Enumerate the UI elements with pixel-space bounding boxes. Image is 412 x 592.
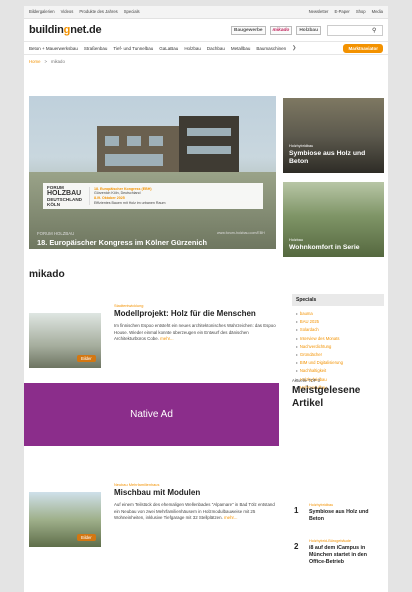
- article-2-category: Neubau Mehrfamilienhaus: [114, 482, 160, 487]
- search-input[interactable]: [328, 27, 372, 33]
- site-logo[interactable]: buildingnet.de: [29, 24, 102, 36]
- nav-item-galabau[interactable]: GaLaBau: [159, 46, 178, 51]
- topbar-link-newsletter[interactable]: Newsletter: [309, 9, 329, 18]
- main-nav: Beton + Mauerwerksbau Straßenbau Tief- u…: [24, 41, 388, 55]
- topbar-link-bildergalerien[interactable]: Bildergalerien: [29, 9, 55, 18]
- most-read-subtitle: Aktuelle TOP 3: [292, 378, 320, 383]
- search-box: ⚲: [327, 24, 383, 36]
- most-read-kicker-2: Holzhybrid-Bürogebäude: [309, 539, 352, 543]
- topbar-link-epaper[interactable]: E-Paper: [334, 9, 349, 18]
- breadcrumb-current: mikado: [50, 59, 65, 64]
- top-utility-bar: Bildergalerien Videos Produkte des Jahre…: [24, 6, 388, 19]
- nav-item-holzbau[interactable]: Holzbau: [184, 46, 201, 51]
- nav-item-strassenbau[interactable]: Straßenbau: [84, 46, 108, 51]
- specials-item[interactable]: Gründächer: [296, 351, 384, 359]
- specials-item[interactable]: Solardach: [296, 326, 384, 334]
- banner-info: 18. Europäischer Kongress (EBH) Gürzenic…: [89, 186, 166, 206]
- forum-line-2: HOLZBAU: [47, 189, 82, 197]
- article-2-image[interactable]: Bilder: [29, 492, 101, 547]
- specials-item[interactable]: Nachhaltigkeit: [296, 367, 384, 375]
- breadcrumb-separator: >: [44, 59, 47, 64]
- article-1-more-link[interactable]: mehr...: [160, 336, 173, 341]
- hero-teaser[interactable]: FORUM HOLZBAU DEUTSCHLAND KÖLN 18. Europ…: [29, 96, 276, 249]
- nav-item-baumaschinen[interactable]: Baumaschinen: [256, 46, 286, 51]
- nav-item-tiefbau[interactable]: Tief- und Tunnelbau: [113, 46, 153, 51]
- hero-kicker: FORUM HOLZBAU: [37, 231, 75, 236]
- most-read-box: Aktuelle TOP 3 Meistgelesene Artikel: [292, 378, 384, 410]
- specials-heading: Specials: [292, 294, 384, 306]
- nav-item-beton[interactable]: Beton + Mauerwerksbau: [29, 46, 78, 51]
- article-1-excerpt-text: Im finnischen Espoo entsteht ein neues a…: [114, 323, 276, 342]
- specials-item[interactable]: BAU 2025: [296, 318, 384, 326]
- forum-line-4: KÖLN: [47, 202, 61, 208]
- most-read-link-1[interactable]: Symbiose aus Holz und Beton: [309, 509, 381, 523]
- hero-url: www.forum-holzbau.com/EBH: [217, 231, 265, 235]
- breadcrumb-home[interactable]: Home: [29, 59, 40, 67]
- side-teaser-2-kicker: Holzbau: [289, 238, 303, 242]
- hero-building-image: [97, 126, 185, 174]
- most-read-kicker-1: Holzhybridbau: [309, 503, 334, 507]
- page: Bildergalerien Videos Produkte des Jahre…: [24, 6, 388, 592]
- side-teaser-1-kicker: Holzhybridbau: [289, 144, 314, 148]
- article-1-category: Stadtentwicklung: [114, 303, 144, 308]
- most-read-number-2: 2: [294, 542, 299, 551]
- specials-item[interactable]: bauma: [296, 310, 384, 318]
- side-teaser-2[interactable]: Holzbau Wohnkomfort in Serie: [283, 182, 384, 257]
- forum-holzbau-logo: FORUM HOLZBAU DEUTSCHLAND KÖLN: [43, 185, 89, 208]
- search-icon[interactable]: ⚲: [372, 27, 376, 34]
- article-teaser-2[interactable]: Bilder Neubau Mehrfamilienhaus Mischbau …: [29, 482, 279, 552]
- most-read-title-1: Meistgelesene: [292, 385, 361, 396]
- article-2-excerpt-text: Auf einem Teilstück des ehemaligen Welle…: [114, 502, 275, 521]
- hero-title[interactable]: 18. Europäischer Kongress im Kölner Gürz…: [37, 238, 207, 247]
- pub-mikado[interactable]: mikado: [269, 25, 293, 35]
- topbar-link-videos[interactable]: Videos: [61, 9, 74, 18]
- chevron-right-icon[interactable]: ❯: [292, 45, 296, 51]
- article-1-excerpt: Im finnischen Espoo entsteht ein neues a…: [114, 323, 276, 343]
- pub-baugewerbe[interactable]: Baugewerbe: [231, 25, 266, 35]
- side-teaser-2-title[interactable]: Wohnkomfort in Serie: [289, 244, 360, 252]
- hero-event-banner: FORUM HOLZBAU DEUTSCHLAND KÖLN 18. Europ…: [43, 183, 263, 209]
- article-1-gallery-badge[interactable]: Bilder: [77, 355, 96, 362]
- hero-building-image-2: [179, 116, 239, 174]
- specials-item[interactable]: BIM und Digitalisierung: [296, 359, 384, 367]
- topbar-link-produkte[interactable]: Produkte des Jahres: [79, 9, 117, 18]
- article-2-excerpt: Auf einem Teilstück des ehemaligen Welle…: [114, 502, 276, 522]
- topbar-link-media[interactable]: Media: [372, 9, 383, 18]
- pub-holzbau[interactable]: Holzbau: [296, 25, 321, 35]
- most-read-number-1: 1: [294, 506, 299, 515]
- site-header: buildingnet.de Baugewerbe mikado Holzbau…: [24, 19, 388, 41]
- article-2-gallery-badge[interactable]: Bilder: [77, 534, 96, 541]
- specials-item[interactable]: Interview des Monats: [296, 335, 384, 343]
- logo-text-2: net.de: [70, 24, 102, 36]
- article-2-title[interactable]: Mischbau mit Modulen: [114, 488, 200, 497]
- section-title: mikado: [29, 269, 65, 280]
- topbar-link-shop[interactable]: Shop: [356, 9, 366, 18]
- breadcrumb: Home > mikado: [24, 55, 388, 67]
- logo-text-1: buildin: [29, 24, 64, 36]
- most-read-link-2[interactable]: i8 auf dem iCampus in München startet in…: [309, 545, 381, 566]
- most-read-title-2: Artikel: [292, 397, 324, 409]
- marktnavigator-button[interactable]: Marktnaviator: [343, 43, 383, 53]
- nav-item-metallbau[interactable]: Metallbau: [231, 46, 251, 51]
- publication-logos: Baugewerbe mikado Holzbau: [231, 25, 321, 35]
- nav-item-dachbau[interactable]: Dachbau: [207, 46, 225, 51]
- article-1-image[interactable]: Bilder: [29, 313, 101, 368]
- topbar-link-specials[interactable]: Specials: [124, 9, 140, 18]
- banner-line-4: Effizientes Bauen mit Holz im urbanen Ra…: [94, 200, 166, 205]
- native-ad[interactable]: Native Ad: [24, 383, 279, 446]
- article-teaser-1[interactable]: Bilder Stadtentwicklung Modellprojekt: H…: [29, 303, 279, 373]
- article-1-title[interactable]: Modellprojekt: Holz für die Menschen: [114, 309, 256, 318]
- side-teaser-1[interactable]: Holzhybridbau Symbiose aus Holz und Beto…: [283, 98, 384, 173]
- specials-item[interactable]: Nachverdichtung: [296, 343, 384, 351]
- native-ad-label: Native Ad: [130, 409, 173, 420]
- article-2-more-link[interactable]: mehr...: [224, 515, 237, 520]
- side-teaser-1-title[interactable]: Symbiose aus Holz und Beton: [289, 150, 384, 166]
